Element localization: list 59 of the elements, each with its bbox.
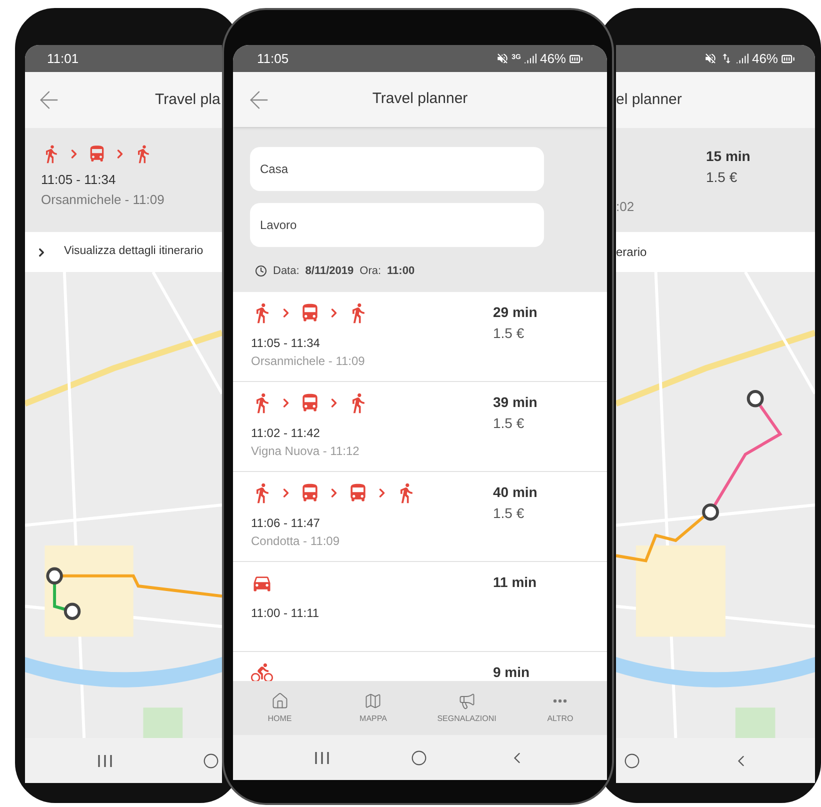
mute-icon	[704, 52, 717, 65]
route-times: 11:00 - 11:11	[251, 605, 320, 622]
mute-icon	[496, 52, 509, 65]
map-icon	[364, 692, 382, 710]
status-time: 11:05	[257, 50, 289, 68]
home-button-icon[interactable]	[410, 750, 427, 766]
status-time: 11:01	[47, 50, 79, 68]
signal-icon	[524, 52, 537, 65]
header-title: Travel planner	[372, 89, 469, 110]
details-link[interactable]: erario	[616, 243, 647, 261]
clock-icon	[255, 265, 267, 278]
route-price: 1.5 €	[493, 414, 526, 433]
route-stop: Orsanmichele - 11:09	[251, 353, 366, 370]
megaphone-icon	[458, 692, 476, 710]
data-arrows-icon	[720, 52, 733, 65]
battery-level: 46%	[752, 50, 778, 68]
signal-icon	[736, 52, 749, 65]
battery-level: 46%	[540, 50, 566, 68]
origin-field[interactable]: Casa	[250, 147, 544, 191]
home-button-icon[interactable]	[624, 752, 640, 768]
route-option[interactable]: 11:00 - 11:11 11 min	[233, 562, 607, 652]
route-times: 11:05 - 11:34	[41, 171, 117, 189]
route-times: 11:02 - 11:42	[251, 425, 321, 442]
home-icon	[270, 692, 289, 710]
route-stop: Orsanmichele - 11:09	[41, 190, 166, 208]
details-link[interactable]: Visualizza dettagli itinerario	[64, 243, 204, 261]
route-duration: 9 min	[493, 663, 531, 681]
nav-tab[interactable]: SEGNALAZIONI	[420, 681, 514, 735]
route-duration: 40 min	[493, 483, 538, 502]
route-stop: Vigna Nuova - 11:12	[251, 443, 360, 460]
header-title: Travel pla	[155, 90, 220, 110]
nav-tab[interactable]: ALTRO	[514, 681, 607, 735]
home-button-icon[interactable]	[203, 752, 219, 768]
route-times: 11:06 - 11:47	[251, 515, 321, 532]
time-label: Ora:	[360, 264, 382, 279]
nav-tab[interactable]: HOME	[233, 681, 326, 735]
route-option[interactable]: 11:02 - 11:42 Vigna Nuova - 11:12 39 min 1.5 €	[233, 382, 607, 472]
nav-tab[interactable]: MAPPA	[326, 681, 420, 735]
route-stop: :02	[616, 198, 636, 216]
more-icon	[553, 698, 568, 702]
recent-apps-icon[interactable]	[97, 754, 113, 768]
route-duration: 29 min	[493, 303, 538, 322]
route-option[interactable]: 11:06 - 11:47 Condotta - 11:09 40 min 1.5 €	[233, 472, 607, 562]
time-value[interactable]: 11:00	[387, 263, 415, 280]
route-times: 11:05 - 11:34	[251, 335, 321, 352]
route-price: 1.5 €	[493, 504, 526, 523]
route-price: 1.5 €	[493, 324, 526, 343]
route-stop: Condotta - 11:09	[251, 533, 341, 550]
bicycle-icon	[251, 662, 273, 681]
route-price: 1.5 €	[706, 168, 738, 187]
destination-field[interactable]: Lavoro	[250, 203, 544, 247]
date-value[interactable]: 8/11/2019	[305, 263, 354, 280]
recent-apps-icon[interactable]	[314, 750, 330, 764]
header-title: el planner	[616, 90, 682, 110]
route-duration: 15 min	[706, 147, 752, 166]
route-duration: 39 min	[493, 393, 538, 412]
route-duration: 11 min	[493, 573, 538, 592]
date-label: Data:	[273, 264, 300, 279]
route-option[interactable]: 11:05 - 11:34 Orsanmichele - 11:09 29 min 1.5 €	[233, 292, 607, 382]
